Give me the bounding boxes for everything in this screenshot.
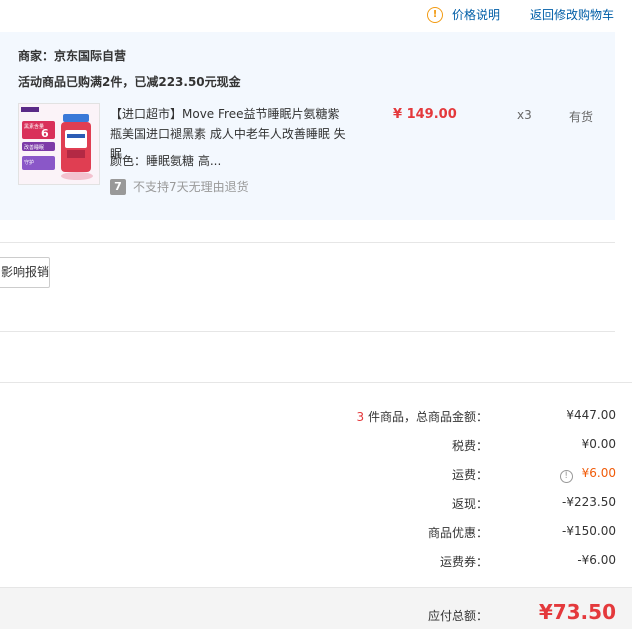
- return-policy-text: 不支持7天无理由退货: [133, 180, 249, 194]
- product-image: 黑素含量 6 改善睡眠 守护: [19, 104, 99, 184]
- discount-value: -¥150.00: [562, 524, 616, 538]
- reimburse-button[interactable]: 影响报销: [0, 257, 50, 288]
- price-note-label: 价格说明: [452, 8, 501, 22]
- total-amount: ¥73.50: [538, 600, 616, 624]
- no-return-icon: 7: [110, 178, 126, 195]
- goods-count-label: 3 件商品，总商品金额：: [188, 408, 488, 425]
- divider: [0, 331, 615, 332]
- shipping-coupon-label: 运费券：: [439, 555, 488, 569]
- merchant-name: 商家：京东国际自营: [18, 49, 127, 63]
- tax-value: ¥0.00: [581, 437, 616, 451]
- total-bar: [0, 587, 632, 629]
- goods-count-suffix: 件商品，总商品金额：: [364, 410, 488, 424]
- product-price: ¥ 149.00: [393, 107, 457, 122]
- cashback-value: -¥223.50: [562, 495, 616, 509]
- total-goods-amount: ¥447.00: [566, 408, 616, 422]
- product-color: 颜色：睡眠氨糖 高...: [110, 154, 222, 168]
- shipping-coupon-value: -¥6.00: [577, 553, 616, 567]
- tax-label: 税费：: [451, 439, 488, 453]
- info-circle-icon: !: [427, 6, 443, 23]
- back-to-cart-link[interactable]: 返回修改购物车: [530, 6, 614, 23]
- total-label: 应付总额：: [427, 609, 488, 623]
- shipping-value-row: ! ¥6.00: [496, 466, 616, 483]
- stock-status: 有货: [569, 110, 594, 124]
- return-policy: 7 不支持7天无理由退货: [110, 178, 249, 195]
- divider: [0, 382, 632, 383]
- thumb-text-4: 守护: [24, 159, 34, 166]
- discount-label: 商品优惠：: [427, 526, 488, 540]
- shipping-label: 运费：: [451, 468, 488, 482]
- cashback-label: 返现：: [451, 497, 488, 511]
- product-thumbnail[interactable]: 黑素含量 6 改善睡眠 守护: [18, 103, 100, 185]
- thumb-text-2: 6: [41, 127, 49, 140]
- shipping-value: ¥6.00: [581, 466, 616, 480]
- thumb-text-3: 改善睡眠: [24, 144, 44, 151]
- divider: [0, 242, 615, 243]
- promo-text: 活动商品已购满2件，已减223.50元现金: [18, 75, 241, 89]
- product-quantity: x3: [517, 108, 532, 122]
- price-note-link[interactable]: ! 价格说明: [427, 6, 500, 23]
- shipping-info-icon[interactable]: !: [559, 470, 573, 483]
